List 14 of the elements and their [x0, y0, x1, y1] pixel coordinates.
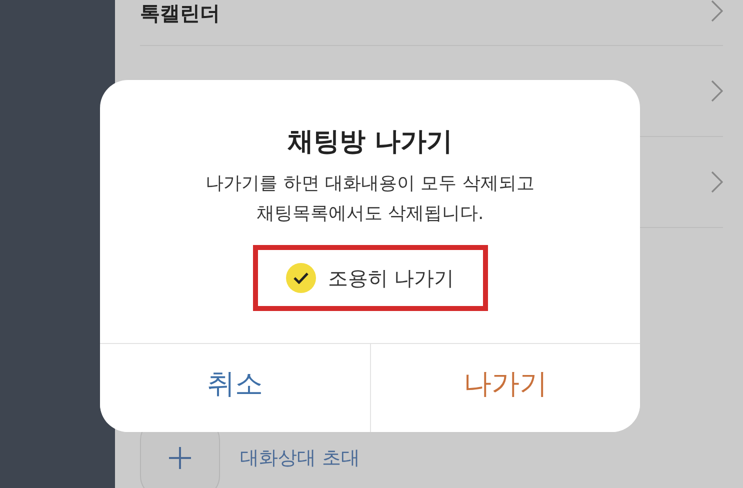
chevron-right-icon — [711, 171, 723, 193]
dialog-message: 나가기를 하면 대화내용이 모두 삭제되고 — [206, 172, 534, 195]
chevron-right-icon — [711, 0, 723, 22]
dialog-title: 채팅방 나가기 — [287, 126, 453, 159]
option-label: 조용히 나가기 — [328, 264, 454, 292]
leave-button[interactable]: 나가기 — [370, 344, 640, 432]
checkbox[interactable] — [286, 263, 316, 293]
plus-icon — [168, 446, 192, 470]
dialog-message: 채팅목록에서도 삭제됩니다. — [256, 202, 484, 225]
check-icon — [292, 272, 309, 284]
chevron-right-icon — [711, 80, 723, 102]
menu-item-label: 톡캘린더 — [140, 0, 220, 27]
quiet-leave-option[interactable]: 조용히 나가기 — [252, 245, 488, 311]
invite-label[interactable]: 대화상대 초대 — [240, 445, 360, 471]
